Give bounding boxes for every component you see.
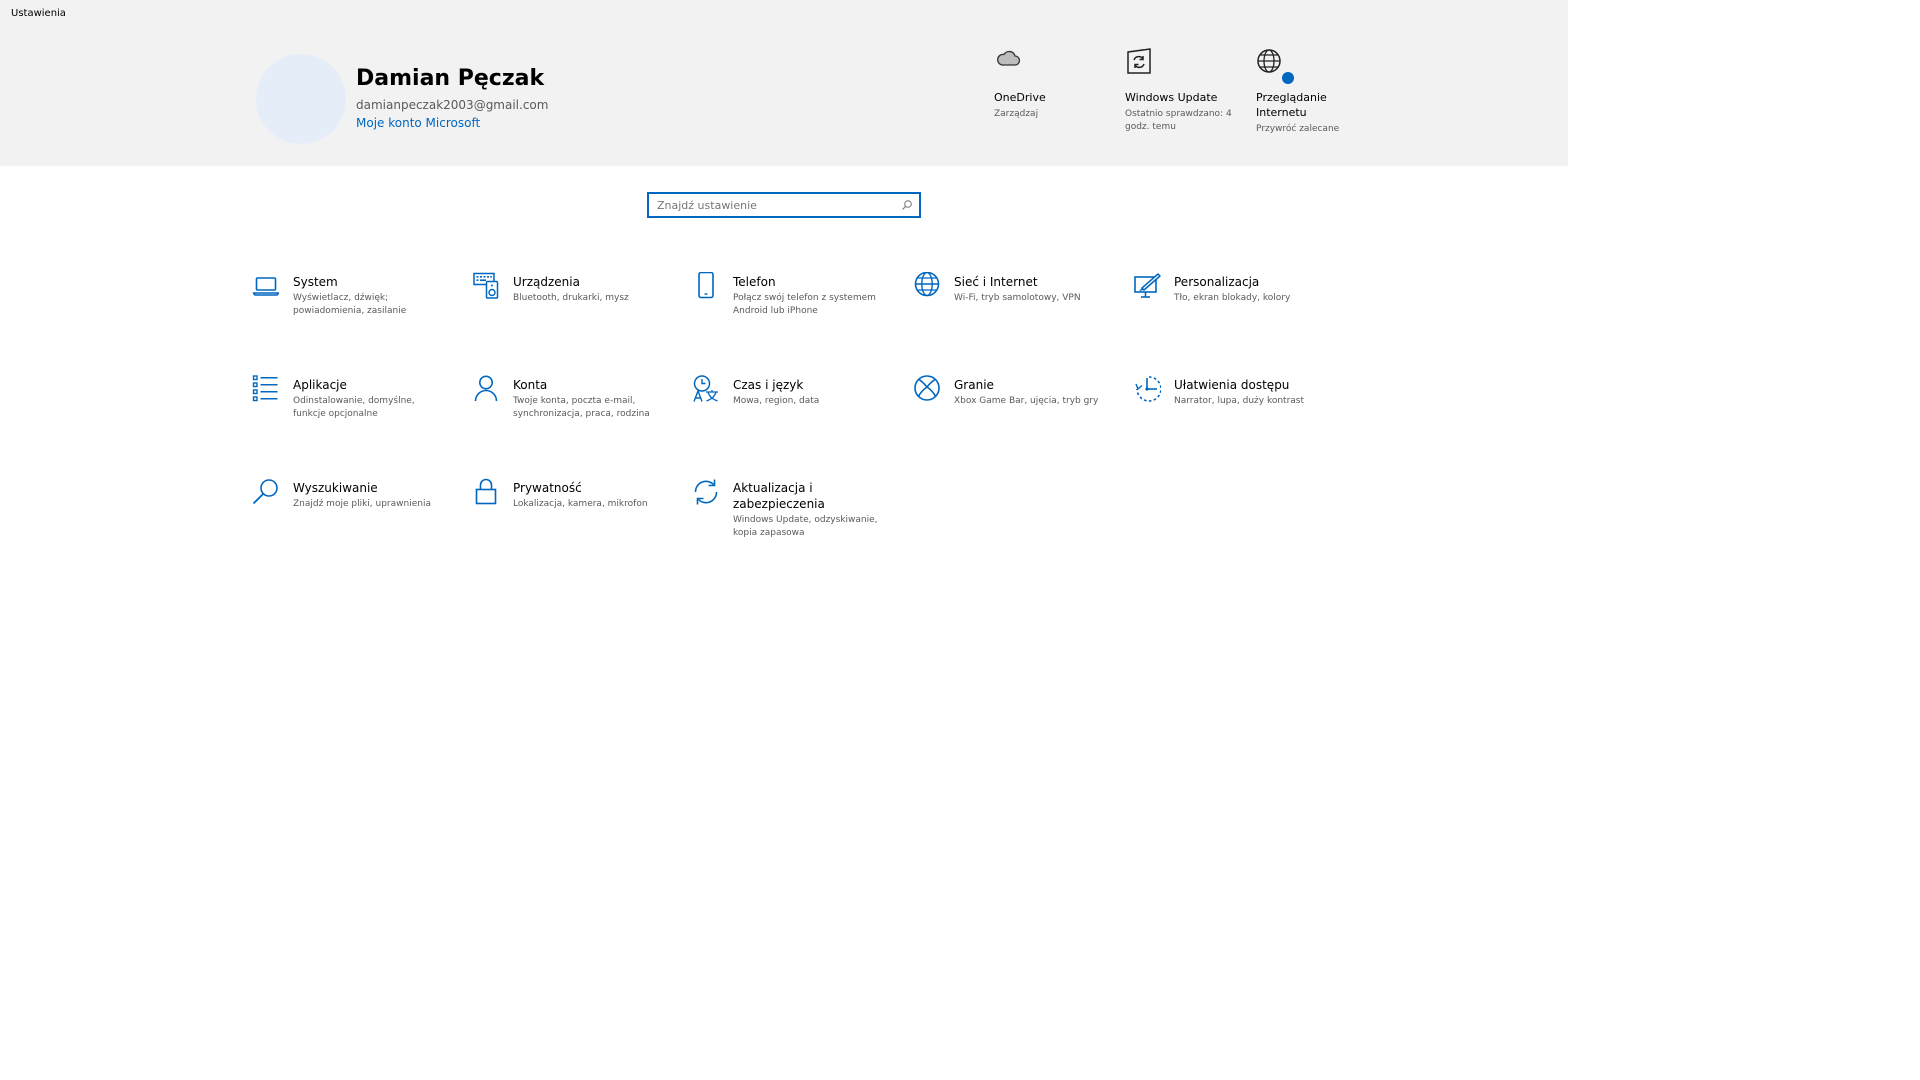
update-security-icon [692,478,720,506]
accounts-icon [472,375,500,403]
category-subtitle: Lokalizacja, kamera, mikrofon [513,499,648,509]
quick-link-windows-update[interactable]: Windows Update Ostatnio sprawdzano: 4 go… [1125,48,1235,134]
category-title: Granie [954,378,994,392]
category-subtitle: Mowa, region, data [733,396,820,406]
category-title: Personalizacja [1174,275,1260,289]
quick-link-subtitle: Ostatnio sprawdzano: 4 godz. temu [1125,109,1232,132]
category-title: Sieć i Internet [954,275,1038,289]
quick-link-title: Przeglądanie Internetu [1256,91,1327,119]
category-title: Aplikacje [293,378,347,392]
category-subtitle: Połącz swój telefon z systemem Android l… [733,293,876,316]
search-box [647,192,921,218]
category-subtitle: Bluetooth, drukarki, mysz [513,293,629,303]
cloud-icon [994,48,1022,76]
status-badge [1282,72,1294,84]
search-icon [252,478,280,506]
category-devices[interactable]: Urządzenia Bluetooth, drukarki, mysz [472,272,672,352]
category-title: Konta [513,378,548,392]
user-email: damianpeczak2003@gmail.com [356,98,549,112]
category-title: Ułatwienia dostępu [1174,378,1290,392]
search-input[interactable] [649,194,889,216]
category-time-language[interactable]: Czas i język Mowa, region, data [692,375,892,455]
laptop-icon [252,272,280,300]
windows-update-icon [1125,48,1153,76]
category-search[interactable]: Wyszukiwanie Znajdź moje pliki, uprawnie… [252,478,452,558]
category-title: Aktualizacja i zabezpieczenia [733,481,825,511]
category-privacy[interactable]: Prywatność Lokalizacja, kamera, mikrofon [472,478,672,558]
title-bar: Ustawienia [0,0,1568,28]
phone-icon [692,272,720,300]
xbox-icon [913,375,941,403]
quick-link-browsing[interactable]: Przeglądanie Internetu Przywróć zalecane [1256,48,1366,136]
category-subtitle: Odinstalowanie, domyślne, funkcje opcjon… [293,396,415,419]
category-system[interactable]: System Wyświetlacz, dźwięk; powiadomieni… [252,272,452,352]
window-title: Ustawienia [11,8,66,19]
category-subtitle: Narrator, lupa, duży kontrast [1174,396,1305,406]
category-subtitle: Wi-Fi, tryb samolotowy, VPN [954,293,1081,303]
category-title: Telefon [733,275,776,289]
category-subtitle: Twoje konta, poczta e-mail, synchronizac… [513,396,650,419]
category-apps[interactable]: Aplikacje Odinstalowanie, domyślne, funk… [252,375,452,455]
category-update-security[interactable]: Aktualizacja i zabezpieczenia Windows Up… [692,478,892,558]
lock-icon [472,478,500,506]
category-title: Prywatność [513,481,582,495]
category-accounts[interactable]: Konta Twoje konta, poczta e-mail, synchr… [472,375,672,455]
category-title: Czas i język [733,378,804,392]
category-subtitle: Znajdź moje pliki, uprawnienia [293,499,431,509]
category-subtitle: Wyświetlacz, dźwięk; powiadomienia, zasi… [293,293,407,316]
quick-link-subtitle: Zarządzaj [994,109,1039,119]
category-subtitle: Windows Update, odzyskiwanie, kopia zapa… [733,515,878,538]
globe-icon [1256,48,1294,84]
time-language-icon [692,375,720,403]
quick-link-subtitle: Przywróć zalecane [1256,124,1340,134]
profile-header: Damian Pęczak damianpeczak2003@gmail.com… [0,28,1568,166]
quick-link-onedrive[interactable]: OneDrive Zarządzaj [994,48,1104,121]
personalization-icon [1133,272,1161,300]
category-title: Wyszukiwanie [293,481,378,495]
category-phone[interactable]: Telefon Połącz swój telefon z systemem A… [692,272,892,352]
quick-link-title: Windows Update [1125,91,1218,104]
category-subtitle: Tło, ekran blokady, kolory [1174,293,1291,303]
apps-icon [252,375,280,403]
user-name: Damian Pęczak [356,66,545,91]
devices-icon [472,272,500,300]
category-title: Urządzenia [513,275,580,289]
search-icon[interactable] [901,199,913,211]
category-network[interactable]: Sieć i Internet Wi-Fi, tryb samolotowy, … [913,272,1113,352]
category-subtitle: Xbox Game Bar, ujęcia, tryb gry [954,396,1099,406]
network-icon [913,272,941,300]
microsoft-account-link[interactable]: Moje konto Microsoft [356,116,480,130]
category-personalization[interactable]: Personalizacja Tło, ekran blokady, kolor… [1133,272,1333,352]
quick-link-title: OneDrive [994,91,1046,104]
accessibility-icon [1133,375,1161,403]
category-title: System [293,275,338,289]
avatar[interactable] [256,54,346,144]
category-accessibility[interactable]: Ułatwienia dostępu Narrator, lupa, duży … [1133,375,1333,455]
category-gaming[interactable]: Granie Xbox Game Bar, ujęcia, tryb gry [913,375,1113,455]
